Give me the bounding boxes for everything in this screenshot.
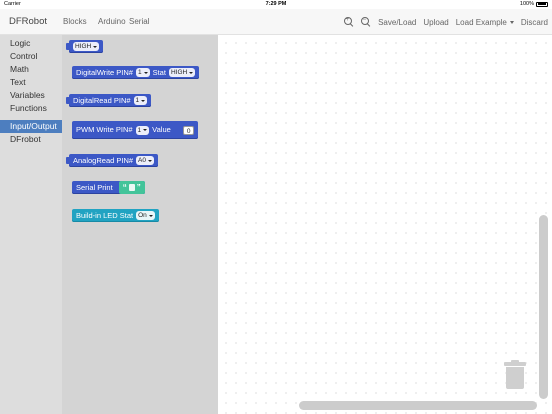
- chevron-down-icon: [93, 45, 98, 48]
- chevron-down-icon: [143, 71, 148, 74]
- chevron-down-icon: [509, 20, 514, 24]
- pin-dropdown[interactable]: 1: [135, 125, 150, 135]
- chevron-down-icon: [141, 99, 146, 102]
- analog-read-label: AnalogRead PIN#: [73, 156, 134, 165]
- status-bar: Carrier 7:29 PM 100%: [0, 0, 552, 9]
- serial-print-block[interactable]: Serial Print “ ”: [72, 181, 145, 194]
- open-quote: “: [122, 183, 127, 192]
- stat-label: Stat: [152, 68, 166, 77]
- category-dfrobot[interactable]: DFrobot: [0, 133, 62, 146]
- chevron-down-icon: [189, 71, 194, 74]
- pwm-write-block[interactable]: PWM Write PIN# 1 Value 0: [72, 121, 199, 139]
- digital-write-block[interactable]: DigitalWrite PIN# 1 Stat HIGH: [72, 66, 200, 79]
- value-input[interactable]: 0: [182, 125, 195, 135]
- tab-blocks[interactable]: Blocks: [63, 17, 87, 26]
- high-dropdown[interactable]: HIGH: [73, 42, 100, 51]
- vertical-scrollbar[interactable]: [539, 215, 548, 399]
- led-stat-label: Build-in LED Stat: [76, 211, 134, 220]
- digital-write-label: DigitalWrite PIN#: [76, 68, 133, 77]
- load-example-label: Load Example: [455, 17, 507, 27]
- category-variables[interactable]: Variables: [0, 89, 62, 102]
- led-stat-block[interactable]: Build-in LED Stat On: [72, 209, 159, 222]
- pin-dropdown[interactable]: 1: [135, 68, 150, 77]
- analog-pin-dropdown[interactable]: A0: [136, 156, 154, 165]
- category-sidebar: Logic Control Math Text Variables Functi…: [0, 35, 62, 414]
- digital-read-block[interactable]: DigitalRead PIN# 1: [66, 94, 152, 107]
- zoom-in-icon[interactable]: +: [344, 17, 354, 27]
- upload-button[interactable]: Upload: [423, 18, 448, 27]
- save-load-button[interactable]: Save/Load: [378, 18, 416, 27]
- block-flyout: [62, 35, 218, 414]
- serial-print-label: Serial Print: [76, 183, 113, 192]
- blocks-workspace[interactable]: [218, 35, 552, 414]
- text-literal-block[interactable]: “ ”: [118, 181, 145, 194]
- battery-indicator: 100%: [520, 1, 548, 7]
- digital-read-label: DigitalRead PIN#: [73, 96, 131, 105]
- led-stat-dropdown[interactable]: On: [136, 211, 155, 220]
- high-block[interactable]: HIGH: [66, 40, 104, 53]
- horizontal-scrollbar[interactable]: [299, 401, 537, 410]
- zoom-out-icon[interactable]: −: [361, 17, 371, 27]
- category-logic[interactable]: Logic: [0, 37, 62, 50]
- category-math[interactable]: Math: [0, 63, 62, 76]
- top-toolbar: DFRobot Blocks Arduino Serial + − Save/L…: [0, 9, 552, 35]
- category-text[interactable]: Text: [0, 76, 62, 89]
- pwm-write-label: PWM Write PIN#: [76, 125, 133, 134]
- stat-dropdown[interactable]: HIGH: [168, 68, 196, 77]
- tab-serial[interactable]: Serial: [129, 17, 149, 26]
- load-example-dropdown[interactable]: Load Example: [456, 18, 514, 27]
- chevron-down-icon: [148, 214, 153, 217]
- battery-icon: [536, 1, 548, 7]
- clock: 7:29 PM: [265, 1, 287, 7]
- category-input-output[interactable]: Input/Output: [0, 120, 62, 133]
- app-title: DFRobot: [9, 16, 48, 27]
- category-functions[interactable]: Functions: [0, 102, 62, 115]
- text-field[interactable]: [128, 184, 135, 191]
- close-quote: ”: [136, 183, 141, 192]
- analog-read-block[interactable]: AnalogRead PIN# A0: [66, 154, 158, 167]
- chevron-down-icon: [143, 129, 148, 131]
- trash-icon[interactable]: [504, 360, 526, 390]
- value-label: Value: [152, 125, 171, 134]
- battery-percent: 100%: [519, 1, 534, 7]
- chevron-down-icon: [148, 159, 152, 162]
- category-control[interactable]: Control: [0, 50, 62, 63]
- pin-dropdown[interactable]: 1: [133, 96, 148, 105]
- discard-button[interactable]: Discard: [521, 18, 548, 27]
- tab-arduino[interactable]: Arduino: [98, 17, 126, 26]
